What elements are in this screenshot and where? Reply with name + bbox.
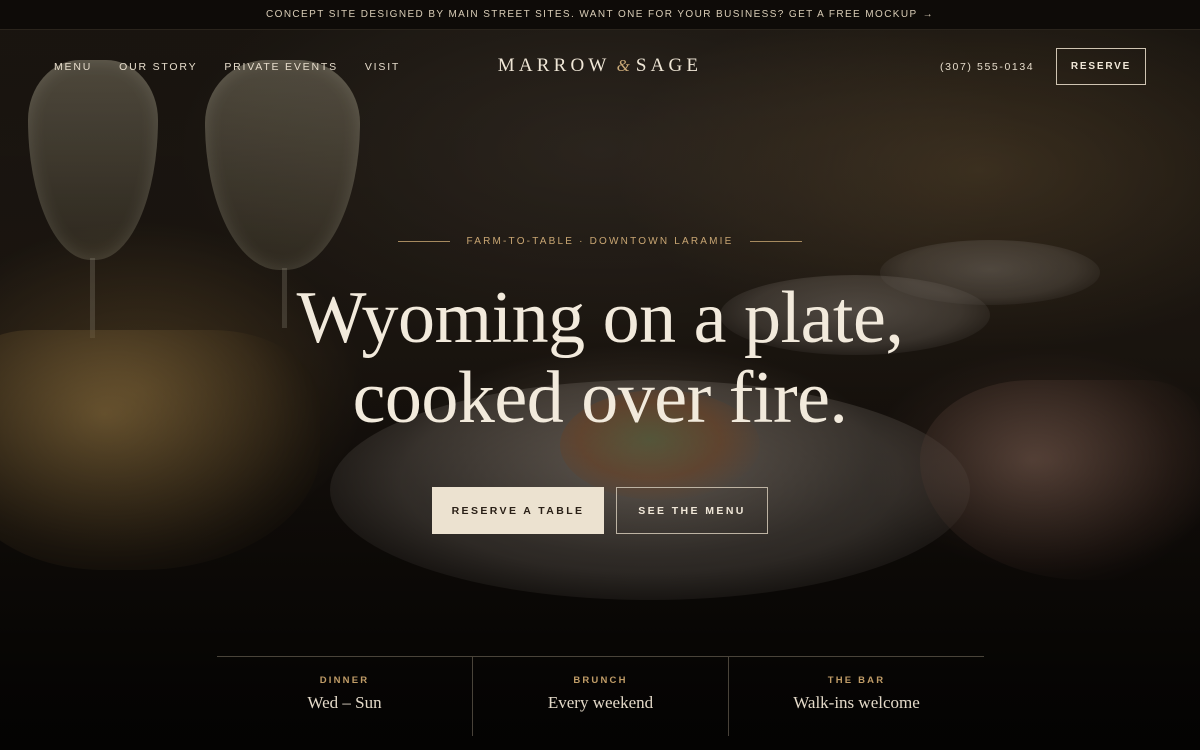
- eyebrow-divider-right: [749, 241, 802, 242]
- hours-label: THE BAR: [827, 675, 886, 686]
- hours-bar: THE BAR Walk-ins welcome: [728, 657, 984, 736]
- logo-word-right: SAGE: [635, 55, 703, 76]
- hours-dinner: DINNER Wed – Sun: [217, 657, 472, 736]
- hours-value: Wed – Sun: [307, 693, 382, 712]
- announcement-bar[interactable]: CONCEPT SITE DESIGNED BY MAIN STREET SIT…: [0, 0, 1200, 30]
- hours-value: Every weekend: [547, 693, 654, 712]
- logo-word-left: MARROW: [497, 55, 611, 76]
- eyebrow-divider-left: [398, 241, 451, 242]
- reserve-button[interactable]: RESERVE: [1056, 48, 1146, 85]
- hero-cta-group: RESERVE A TABLE SEE THE MENU: [0, 487, 1200, 534]
- arrow-right-icon: →: [922, 9, 934, 20]
- hours-label: DINNER: [319, 675, 370, 686]
- announcement-text[interactable]: CONCEPT SITE DESIGNED BY MAIN STREET SIT…: [266, 9, 918, 20]
- hero-eyebrow: FARM-TO-TABLE · DOWNTOWN LARAMIE: [0, 236, 1200, 247]
- reserve-a-table-button[interactable]: RESERVE A TABLE: [432, 487, 604, 534]
- hours-value: Walk-ins welcome: [793, 693, 920, 712]
- hero-headline: Wyoming on a plate, cooked over fire.: [0, 278, 1200, 438]
- headline-line-1: Wyoming on a plate,: [296, 277, 904, 359]
- hours-label: BRUNCH: [573, 675, 628, 686]
- logo-ampersand: &: [616, 56, 630, 75]
- phone-link[interactable]: (307) 555-0134: [940, 61, 1034, 73]
- hours-brunch: BRUNCH Every weekend: [472, 657, 728, 736]
- hours-strip: DINNER Wed – Sun BRUNCH Every weekend TH…: [217, 656, 984, 736]
- see-the-menu-button[interactable]: SEE THE MENU: [616, 487, 768, 534]
- eyebrow-text: FARM-TO-TABLE · DOWNTOWN LARAMIE: [466, 236, 734, 247]
- site-header: MENU OUR STORY PRIVATE EVENTS VISIT MARR…: [0, 30, 1200, 102]
- headline-line-2: cooked over fire.: [352, 357, 848, 439]
